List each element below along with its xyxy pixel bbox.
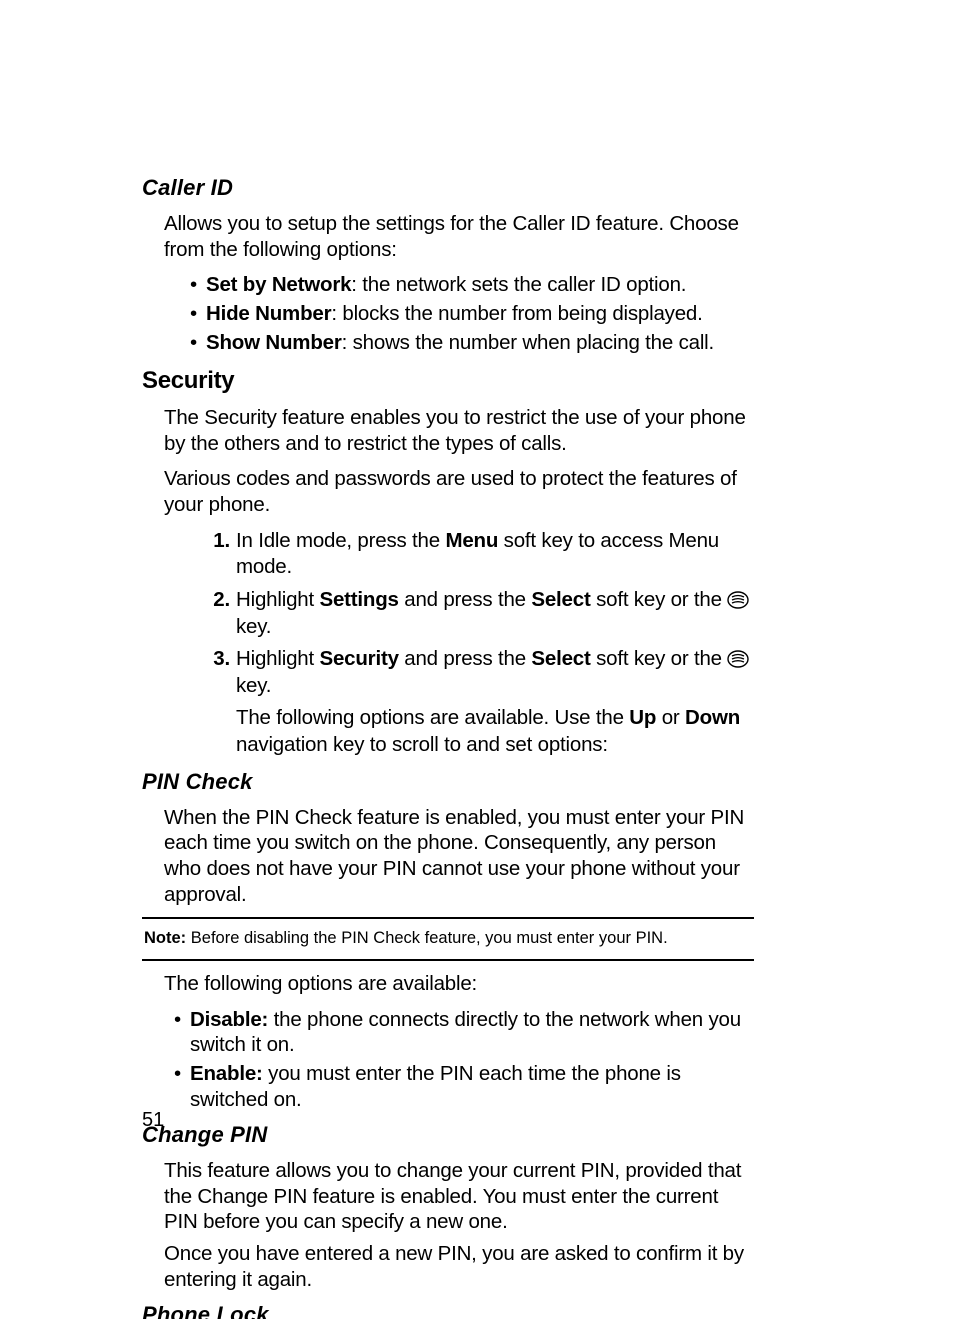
heading-change-pin: Change PIN [142,1122,754,1148]
option-desc: : blocks the number from being displayed… [331,302,702,325]
caller-id-options: Set by Network: the network sets the cal… [190,272,754,355]
step-text: key. [236,674,271,697]
list-item: Hide Number: blocks the number from bein… [190,301,754,327]
manual-page: Caller ID Allows you to setup the settin… [0,0,954,1319]
option-label: Disable: [190,1008,268,1031]
step-text: and press the [399,588,532,611]
heading-security: Security [142,367,754,395]
step-bold: Security [319,647,398,670]
step-bold: Select [531,647,590,670]
step-continuation: The following options are available. Use… [236,705,754,758]
pin-check-options: Disable: the phone connects directly to … [174,1007,754,1113]
ok-key-icon [727,591,749,609]
note-label: Note: [144,929,186,947]
ok-key-icon [727,650,749,668]
change-pin-p2: Once you have entered a new PIN, you are… [164,1241,754,1292]
option-desc: : shows the number when placing the call… [342,331,714,354]
step-text: The following options are available. Use… [236,706,629,729]
list-item: Disable: the phone connects directly to … [174,1007,754,1058]
step-number: 3. [202,646,230,673]
heading-pin-check: PIN Check [142,769,754,795]
option-label: Hide Number [206,302,331,325]
option-desc: the phone connects directly to the netwo… [190,1008,741,1057]
step-text: Highlight [236,647,319,670]
list-item: Enable: you must enter the PIN each time… [174,1061,754,1112]
page-number: 51 [142,1109,164,1132]
option-desc: you must enter the PIN each time the pho… [190,1062,681,1111]
step-text: soft key or the [591,588,728,611]
step-text: Highlight [236,588,319,611]
step-text: soft key or the [591,647,728,670]
step-bold: Select [531,588,590,611]
security-steps: 1. In Idle mode, press the Menu soft key… [202,528,754,759]
step-text: and press the [399,647,532,670]
step-bold: Menu [445,529,498,552]
step-text: key. [236,615,271,638]
option-label: Show Number [206,331,342,354]
step-text: or [656,706,685,729]
step-number: 2. [202,587,230,614]
step-bold: Settings [319,588,398,611]
step-2: 2. Highlight Settings and press the Sele… [202,587,754,640]
note-text: Before disabling the PIN Check feature, … [186,929,668,947]
pin-check-p1: When the PIN Check feature is enabled, y… [164,805,754,908]
step-bold: Down [685,706,740,729]
step-text: In Idle mode, press the [236,529,445,552]
heading-phone-lock: Phone Lock [142,1302,754,1319]
caller-id-intro: Allows you to setup the settings for the… [164,211,754,262]
step-3: 3. Highlight Security and press the Sele… [202,646,754,759]
step-text: navigation key to scroll to and set opti… [236,733,608,756]
step-number: 1. [202,528,230,555]
step-bold: Up [629,706,656,729]
note-box: Note: Before disabling the PIN Check fea… [142,917,754,961]
change-pin-p1: This feature allows you to change your c… [164,1158,754,1235]
list-item: Show Number: shows the number when placi… [190,330,754,356]
security-p1: The Security feature enables you to rest… [164,405,754,456]
heading-caller-id: Caller ID [142,175,754,201]
pin-check-p2: The following options are available: [164,971,754,997]
list-item: Set by Network: the network sets the cal… [190,272,754,298]
step-1: 1. In Idle mode, press the Menu soft key… [202,528,754,581]
security-p2: Various codes and passwords are used to … [164,466,754,517]
option-label: Set by Network [206,273,351,296]
option-desc: : the network sets the caller ID option. [351,273,686,296]
option-label: Enable: [190,1062,263,1085]
